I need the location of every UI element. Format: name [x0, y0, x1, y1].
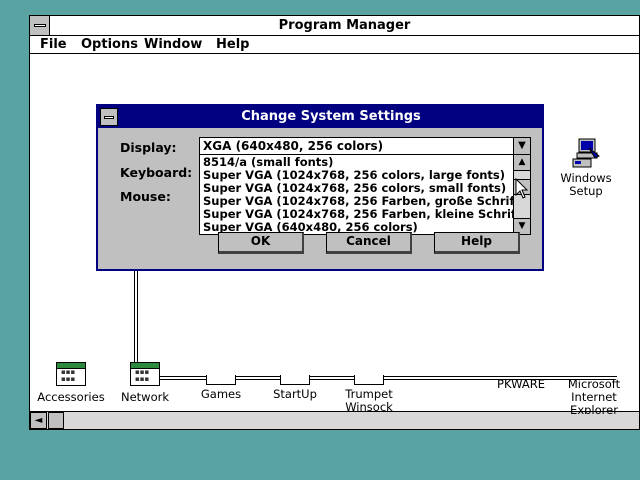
- scroll-thumb[interactable]: [48, 412, 64, 429]
- program-group-icon: [56, 362, 86, 386]
- group-icon-startup[interactable]: StartUp: [255, 375, 335, 401]
- group-icon-pkware[interactable]: PKWARE: [481, 378, 561, 391]
- control-menu-icon[interactable]: [30, 16, 50, 35]
- computer-icon: [569, 138, 603, 170]
- display-label: Display:: [120, 140, 177, 155]
- menu-window[interactable]: Window: [144, 37, 202, 53]
- menu-bar: File Options Window Help: [30, 36, 639, 54]
- group-icon-games[interactable]: Games: [181, 375, 261, 401]
- group-icon-internet-explorer[interactable]: Microsoft Internet Explorer: [558, 378, 630, 414]
- dialog-control-menu-icon[interactable]: [100, 108, 118, 126]
- display-dropdown[interactable]: XGA (640x480, 256 colors) ▼: [199, 137, 531, 155]
- display-options-list[interactable]: 8514/a (small fonts) Super VGA (1024x768…: [199, 155, 531, 235]
- dialog-title: Change System Settings: [241, 109, 421, 124]
- change-system-settings-dialog: Change System Settings Display: Keyboard…: [96, 104, 544, 271]
- program-manager-title-bar[interactable]: Program Manager: [30, 16, 639, 36]
- windows-setup-program-icon[interactable]: Windows Setup: [556, 138, 616, 198]
- window-title: Program Manager: [278, 18, 411, 33]
- mouse-label: Mouse:: [120, 189, 171, 204]
- windows-setup-label: Windows Setup: [560, 171, 612, 198]
- dropdown-arrow-icon[interactable]: ▼: [513, 138, 530, 154]
- program-group-icon: [354, 375, 384, 385]
- display-selected-value: XGA (640x480, 256 colors): [203, 139, 384, 153]
- program-group-icon: [280, 375, 310, 385]
- dialog-title-bar[interactable]: Change System Settings: [98, 106, 542, 128]
- menu-help[interactable]: Help: [216, 37, 249, 53]
- menu-file[interactable]: File: [40, 37, 67, 53]
- cancel-button[interactable]: Cancel: [326, 232, 412, 254]
- keyboard-label: Keyboard:: [120, 165, 193, 180]
- group-icon-accessories[interactable]: Accessories: [31, 362, 111, 404]
- scroll-up-arrow-icon[interactable]: ▲: [514, 155, 530, 171]
- program-group-icon: [206, 375, 236, 385]
- help-button[interactable]: Help: [434, 232, 520, 254]
- ok-button[interactable]: OK: [218, 232, 304, 254]
- mouse-pointer-icon: [515, 178, 529, 199]
- group-icon-trumpet-winsock[interactable]: Trumpet Winsock: [329, 375, 409, 412]
- program-group-icon: [130, 362, 160, 386]
- scroll-left-arrow-icon[interactable]: ◄: [30, 412, 47, 429]
- menu-options[interactable]: Options: [81, 37, 138, 53]
- group-icon-network[interactable]: Network: [105, 362, 185, 404]
- horizontal-scrollbar[interactable]: ◄: [30, 411, 639, 429]
